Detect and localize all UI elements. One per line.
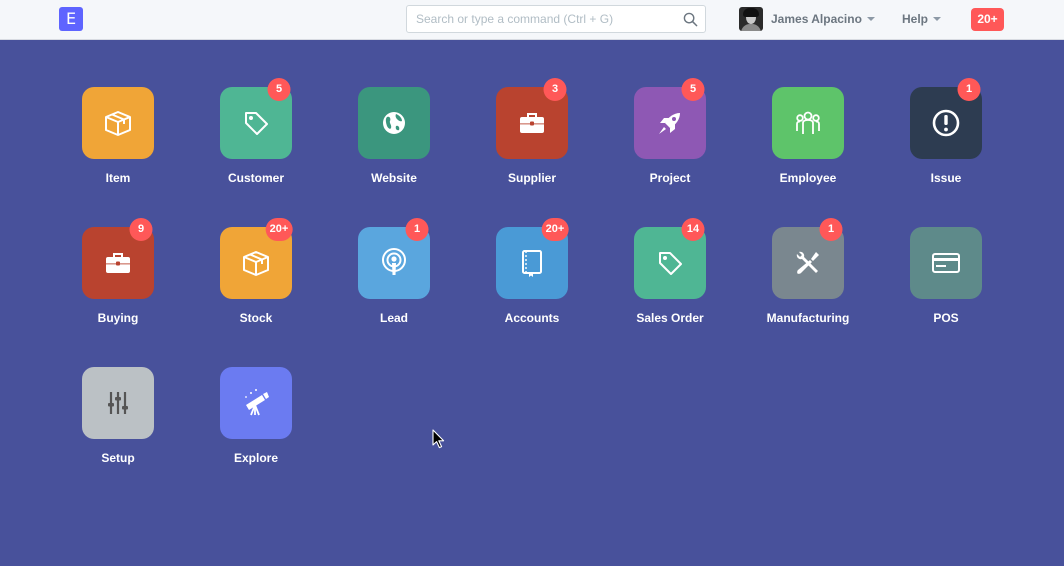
module-label: Accounts <box>504 311 560 325</box>
module-label: Sales Order <box>636 311 704 325</box>
module-label: Website <box>371 171 417 185</box>
brand-logo[interactable]: E <box>59 7 83 31</box>
briefcase-icon <box>520 113 544 133</box>
tag-icon <box>659 252 682 275</box>
notification-badge: 3 <box>543 78 567 101</box>
podcast-icon <box>382 248 406 275</box>
module-pos[interactable]: POS <box>888 227 1008 337</box>
module-customer[interactable]: 5 Customer <box>198 78 318 197</box>
module-tile[interactable] <box>358 87 430 159</box>
module-label: POS <box>933 311 959 325</box>
sliders-icon <box>108 392 128 414</box>
module-setup[interactable]: Setup <box>60 367 180 477</box>
notification-badge: 5 <box>267 78 291 101</box>
search-input[interactable] <box>407 6 677 32</box>
module-accounts[interactable]: 20+ Accounts <box>474 218 594 337</box>
search-box[interactable] <box>406 5 706 33</box>
module-label: Project <box>649 171 691 185</box>
exclamation-icon <box>932 109 960 137</box>
mouse-cursor-icon <box>432 429 445 449</box>
module-label: Customer <box>227 171 284 185</box>
module-employee[interactable]: Employee <box>750 87 870 197</box>
module-explore[interactable]: Explore <box>198 367 318 477</box>
module-project[interactable]: 5 Project <box>612 78 732 197</box>
notification-badge: 14 <box>681 218 705 241</box>
module-label: Supplier <box>507 171 556 185</box>
box-icon <box>243 251 269 276</box>
module-label: Setup <box>101 451 135 465</box>
help-menu[interactable]: Help <box>902 12 942 26</box>
module-lead[interactable]: 1 Lead <box>336 218 456 337</box>
notification-badge: 5 <box>681 78 705 101</box>
module-sales-order[interactable]: 14 Sales Order <box>612 218 732 337</box>
notification-badge: 20+ <box>265 218 293 241</box>
search-icon[interactable] <box>683 12 698 27</box>
notifications-badge[interactable]: 20+ <box>971 8 1004 31</box>
caret-down-icon <box>866 17 875 21</box>
notification-badge: 1 <box>405 218 429 241</box>
module-label: Explore <box>233 451 278 465</box>
module-label: Buying <box>97 311 139 325</box>
group-icon <box>796 111 820 134</box>
avatar[interactable] <box>739 7 763 31</box>
user-name: James Alpacino <box>771 12 862 26</box>
module-label: Employee <box>779 171 837 185</box>
module-label: Item <box>105 171 131 185</box>
module-supplier[interactable]: 3 Supplier <box>474 78 594 197</box>
module-buying[interactable]: 9 Buying <box>60 218 180 337</box>
help-label: Help <box>902 12 929 26</box>
module-tile[interactable] <box>220 367 292 439</box>
notification-badge: 1 <box>819 218 843 241</box>
user-menu[interactable]: James Alpacino <box>739 7 875 31</box>
module-tile[interactable] <box>82 367 154 439</box>
caret-down-icon <box>933 17 942 21</box>
notification-badge: 1 <box>957 78 981 101</box>
box-icon <box>105 111 131 136</box>
module-tile[interactable] <box>910 227 982 299</box>
module-label: Manufacturing <box>766 311 850 325</box>
notification-badge: 20+ <box>541 218 569 241</box>
notification-badge: 9 <box>129 218 153 241</box>
module-website[interactable]: Website <box>336 87 456 197</box>
navbar: E James Alpacino Help 20+ <box>0 0 1064 40</box>
book-icon <box>522 250 542 277</box>
telescope-icon <box>245 389 269 416</box>
module-tile[interactable] <box>772 87 844 159</box>
module-stock[interactable]: 20+ Stock <box>198 218 318 337</box>
module-tile[interactable] <box>82 87 154 159</box>
module-item[interactable]: Item <box>60 87 180 197</box>
tag-icon <box>245 112 268 135</box>
credit-card-icon <box>932 253 960 273</box>
module-issue[interactable]: 1 Issue <box>888 78 1008 197</box>
module-label: Lead <box>379 311 408 325</box>
globe-icon <box>383 112 405 134</box>
rocket-icon <box>659 113 680 134</box>
module-manufacturing[interactable]: 1 Manufacturing <box>750 218 870 337</box>
module-label: Issue <box>930 171 962 185</box>
tools-icon <box>796 251 819 274</box>
module-label: Stock <box>239 311 273 325</box>
briefcase-icon <box>106 253 130 273</box>
